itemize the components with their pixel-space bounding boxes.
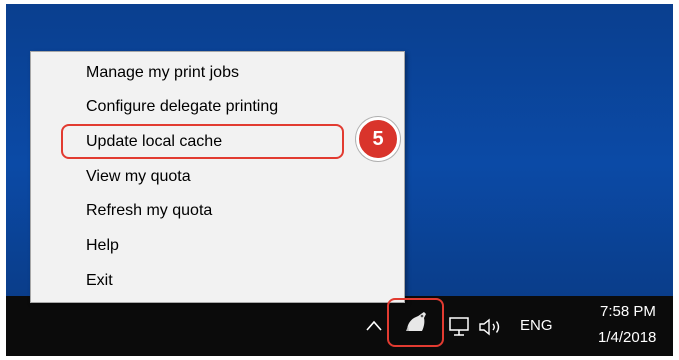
menu-item-help[interactable]: Help — [86, 231, 119, 261]
network-icon[interactable] — [447, 316, 471, 338]
clock-time[interactable]: 7:58 PM — [600, 303, 656, 320]
clock-date[interactable]: 1/4/2018 — [598, 329, 656, 346]
chevron-up-icon[interactable] — [364, 318, 384, 334]
tray-context-menu: Manage my print jobs Configure delegate … — [30, 51, 405, 303]
menu-item-view-quota[interactable]: View my quota — [86, 162, 191, 192]
input-language-indicator[interactable]: ENG — [520, 317, 553, 334]
step-number-badge: 5 — [356, 117, 400, 161]
menu-item-manage-print-jobs[interactable]: Manage my print jobs — [86, 58, 239, 88]
taskbar — [6, 296, 673, 356]
tray-icon-highlight — [387, 298, 444, 347]
volume-icon[interactable] — [477, 316, 507, 338]
menu-item-configure-delegate-printing[interactable]: Configure delegate printing — [86, 92, 278, 122]
menu-item-highlight — [61, 124, 344, 159]
menu-item-refresh-quota[interactable]: Refresh my quota — [86, 196, 212, 226]
menu-item-exit[interactable]: Exit — [86, 266, 113, 296]
